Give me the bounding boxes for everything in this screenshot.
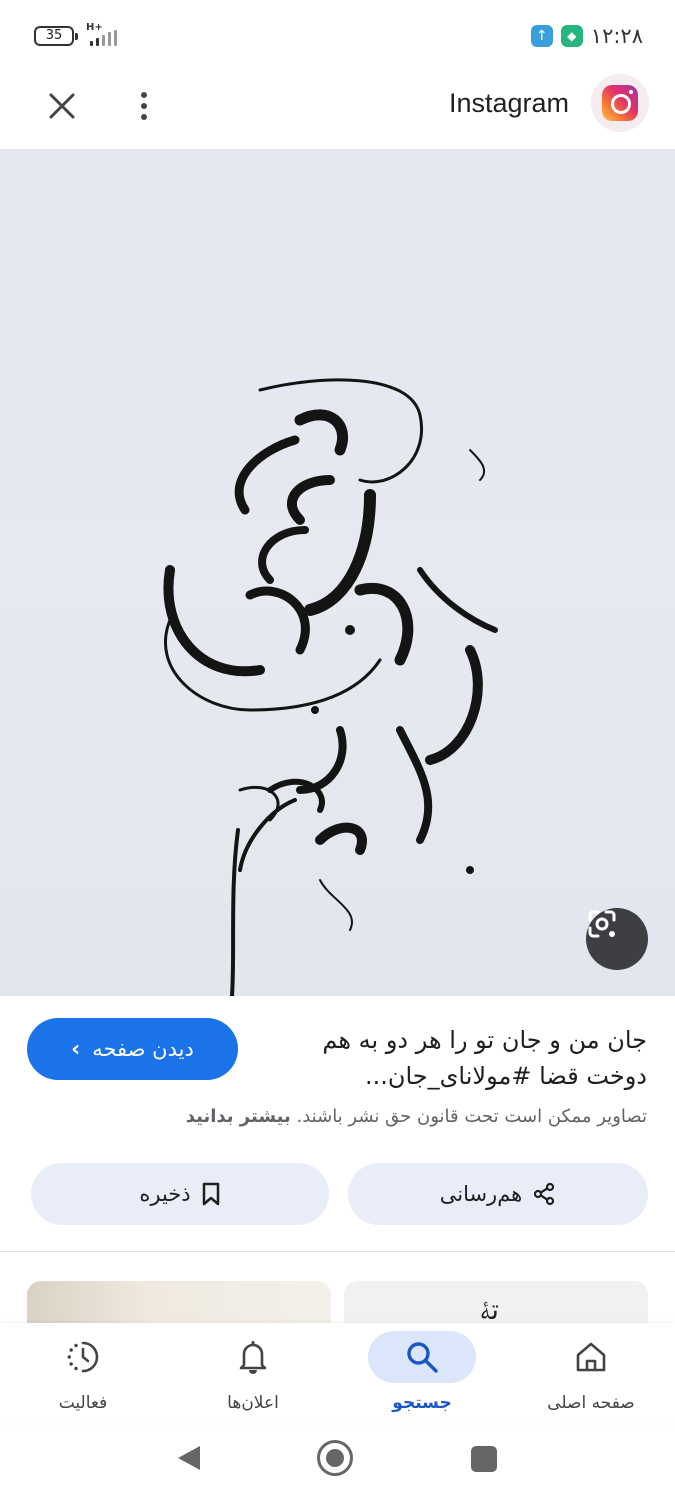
nav-label: فعالیت	[58, 1393, 108, 1413]
vpn-notification-icon: ◆	[560, 25, 583, 47]
nav-label: صفحه اصلی	[547, 1393, 635, 1413]
nav-label: اعلان‌ها	[227, 1393, 279, 1413]
google-lens-icon	[588, 910, 616, 938]
result-title[interactable]: جان من و جان تو را هر دو به هم دوخت قضا …	[267, 1022, 647, 1094]
source-favicon	[591, 74, 649, 132]
copyright-notice: تصاویر ممکن است تحت قانون حق نشر باشند. …	[186, 1106, 647, 1127]
google-lens-button[interactable]	[586, 908, 648, 970]
system-home-button[interactable]	[317, 1440, 353, 1476]
visit-page-button[interactable]: ‹ دیدن صفحه	[27, 1018, 238, 1080]
battery-icon: 35	[34, 26, 78, 46]
related-thumbnail[interactable]	[27, 1281, 331, 1323]
home-icon	[576, 1342, 606, 1372]
related-results: ﺗﮥ	[0, 1253, 675, 1323]
nav-search[interactable]: جستجو	[347, 1331, 497, 1421]
recent-apps-button[interactable]	[471, 1446, 497, 1472]
bookmark-icon	[202, 1182, 219, 1206]
system-navigation-bar	[0, 1423, 675, 1500]
battery-level: 35	[45, 28, 63, 43]
more-options-button[interactable]	[124, 84, 164, 128]
search-icon	[407, 1342, 438, 1373]
source-title[interactable]: Instagram	[449, 86, 569, 120]
share-label: هم‌رسانی	[439, 1182, 523, 1206]
calligraphy-artwork	[163, 378, 498, 996]
chevron-left-icon: ‹	[71, 1036, 81, 1062]
share-button[interactable]: هم‌رسانی	[348, 1163, 648, 1225]
circle-icon	[326, 1449, 344, 1467]
preview-image[interactable]	[0, 150, 675, 996]
bell-icon	[239, 1341, 267, 1374]
learn-more-link[interactable]: بیشتر بدانید	[186, 1106, 291, 1127]
viewer-header: Instagram	[0, 72, 675, 150]
share-icon	[534, 1182, 555, 1206]
copyright-text: تصاویر ممکن است تحت قانون حق نشر باشند.	[296, 1106, 647, 1127]
signal-icon: H+	[86, 22, 130, 48]
nav-label: جستجو	[392, 1393, 452, 1413]
thumbnail-calligraphy: ﺗﮥ	[480, 1293, 500, 1323]
close-icon	[49, 93, 75, 119]
nav-activity[interactable]: فعالیت	[8, 1331, 158, 1421]
upload-notification-icon: ↑	[530, 25, 553, 47]
save-label: ذخیره	[139, 1182, 191, 1206]
close-button[interactable]	[40, 84, 84, 128]
nav-home[interactable]: صفحه اصلی	[516, 1331, 666, 1421]
more-vert-icon	[141, 92, 147, 98]
back-icon[interactable]	[174, 1443, 204, 1473]
nav-notifications[interactable]: اعلان‌ها	[178, 1331, 328, 1421]
status-time: ۱۲:۲۸	[590, 24, 643, 48]
visit-label: دیدن صفحه	[92, 1037, 194, 1061]
status-bar: 35 H+ ↑ ◆ ۱۲:۲۸	[0, 0, 675, 72]
instagram-logo-icon	[602, 85, 638, 121]
activity-icon	[67, 1341, 99, 1373]
bottom-navigation: فعالیت اعلان‌ها جستجو	[0, 1323, 675, 1423]
save-button[interactable]: ذخیره	[31, 1163, 329, 1225]
result-info-panel: ‹ دیدن صفحه جان من و جان تو را هر دو به …	[0, 996, 675, 1252]
